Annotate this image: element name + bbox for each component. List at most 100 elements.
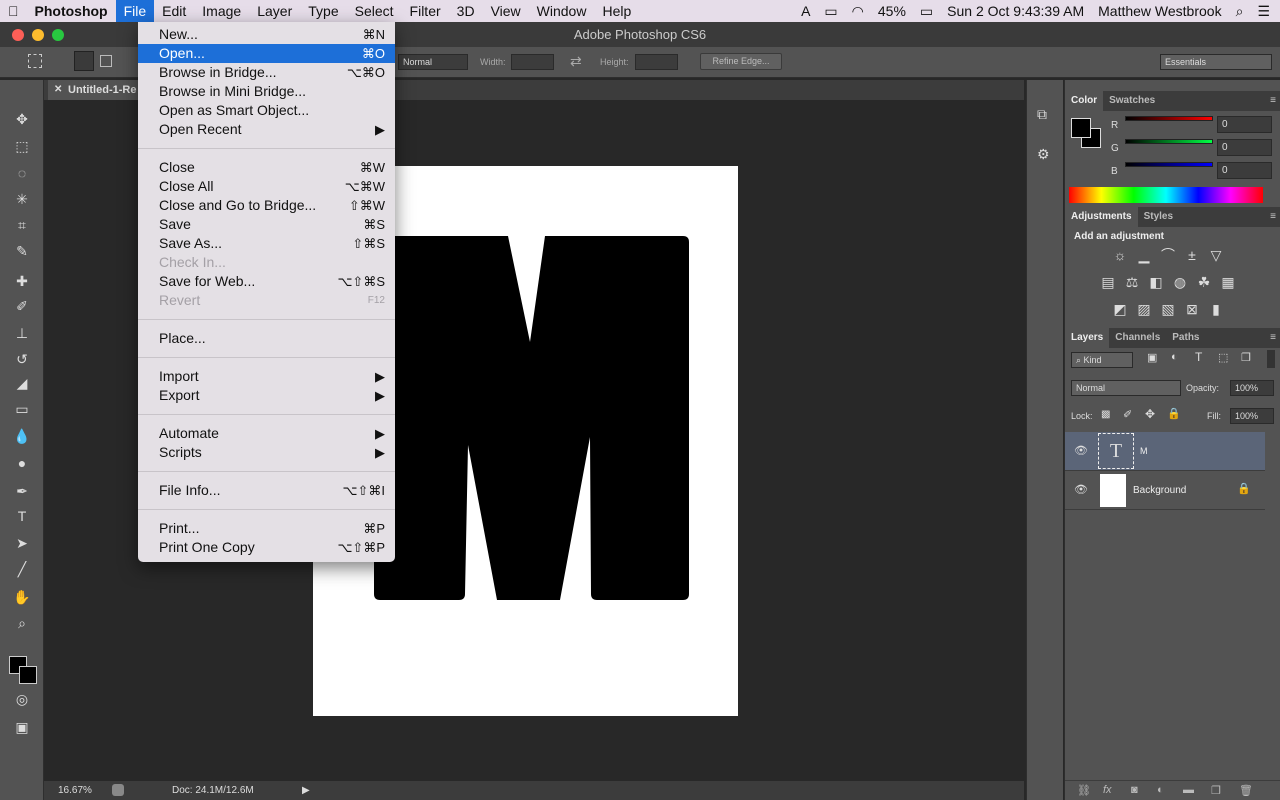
menu-separator (138, 348, 395, 367)
tab-layers[interactable]: Layers (1065, 328, 1110, 348)
blue-slider[interactable] (1125, 162, 1213, 167)
layer-name[interactable]: Background (1133, 485, 1186, 496)
menu-item-shortcut: ⌥⇧⌘I (342, 483, 386, 498)
file-menu-item[interactable]: New... ⌘N (138, 25, 395, 44)
delete-layer-icon[interactable]: 🗑 (1239, 784, 1253, 797)
blue-value[interactable]: 0 (1217, 162, 1272, 179)
visibility-eye-icon[interactable]: 👁 (1074, 483, 1088, 496)
lock-transparent-icon[interactable]: ▩ (1101, 409, 1110, 420)
file-menu-item[interactable]: Close All ⌥⌘W (138, 177, 395, 196)
panel-menu-icon[interactable]: ≡ (1270, 95, 1276, 106)
channel-mixer-icon[interactable]: ☘ (1195, 275, 1213, 290)
filter-pixel-icon[interactable]: ▣ (1147, 351, 1157, 364)
exposure-icon[interactable]: ± (1183, 248, 1201, 263)
file-menu-item[interactable]: Browse in Mini Bridge... (138, 82, 395, 101)
tab-styles[interactable]: Styles (1138, 207, 1179, 227)
channel-b-label: B (1111, 166, 1118, 177)
filter-shape-icon[interactable]: ⬚ (1218, 351, 1228, 364)
lock-label: Lock: (1071, 411, 1093, 421)
zoom-level[interactable]: 16.67% (58, 781, 92, 800)
file-menu-item[interactable]: File Info... ⌥⇧⌘I (138, 481, 395, 500)
menu-item-label: Check In... (159, 254, 226, 270)
tab-color[interactable]: Color (1065, 91, 1104, 111)
add-mask-icon[interactable]: ◙ (1131, 784, 1138, 796)
curves-icon[interactable]: ⌒ (1159, 248, 1177, 263)
menu-item-label: Export (159, 387, 200, 403)
properties-panel-icon[interactable]: ⚙ (1037, 146, 1050, 163)
lock-all-icon[interactable]: 🔒 (1167, 407, 1181, 420)
menu-item-shortcut: ⌥⇧⌘S (337, 274, 385, 289)
tab-paths[interactable]: Paths (1166, 328, 1205, 348)
submenu-arrow-icon: ▶ (375, 388, 385, 403)
file-menu-item[interactable]: Save for Web... ⌥⇧⌘S (138, 272, 395, 291)
file-menu-item[interactable]: Automate ▶ (138, 424, 395, 443)
layer-row-background[interactable]: 👁 Background 🔒 (1065, 471, 1265, 510)
invert-icon[interactable]: ◩ (1111, 302, 1129, 317)
tab-channels[interactable]: Channels (1109, 328, 1166, 348)
file-menu-item[interactable]: Export ▶ (138, 386, 395, 405)
tab-swatches[interactable]: Swatches (1103, 91, 1161, 111)
file-menu-item[interactable]: Open Recent ▶ (138, 120, 395, 139)
gradient-map-icon[interactable]: ▮ (1207, 302, 1225, 317)
red-slider[interactable] (1125, 116, 1213, 121)
file-menu-item[interactable]: Close and Go to Bridge... ⇧⌘W (138, 196, 395, 215)
panel-menu-icon[interactable]: ≡ (1270, 332, 1276, 343)
file-menu-item[interactable]: Open as Smart Object... (138, 101, 395, 120)
foreground-color-swatch[interactable] (1071, 118, 1091, 138)
layer-name[interactable]: M (1140, 446, 1148, 456)
file-menu-item[interactable]: Import ▶ (138, 367, 395, 386)
opacity-input[interactable]: 100% (1230, 380, 1274, 396)
layer-filter-select[interactable]: ⌕ Kind (1071, 352, 1133, 368)
color-lookup-icon[interactable]: ▦ (1219, 275, 1237, 290)
file-menu-item[interactable]: Open... ⌘O (138, 44, 395, 63)
visibility-eye-icon[interactable]: 👁 (1074, 444, 1088, 457)
file-menu-item[interactable]: Print... ⌘P (138, 519, 395, 538)
link-layers-icon[interactable]: ⛓ (1077, 784, 1091, 797)
menu-item-shortcut: ⌘W (359, 160, 385, 175)
new-group-icon[interactable]: ▬ (1183, 784, 1194, 796)
blend-mode-select[interactable]: Normal (1071, 380, 1181, 396)
menu-item-label: Save for Web... (159, 273, 256, 289)
text-layer-thumbnail-icon: T (1098, 433, 1134, 469)
filter-toggle[interactable] (1267, 350, 1275, 368)
black-white-icon[interactable]: ◧ (1147, 275, 1165, 290)
levels-icon[interactable]: ▁ (1135, 248, 1153, 263)
menu-item-label: File Info... (159, 482, 221, 498)
filter-smart-object-icon[interactable]: ❐ (1241, 351, 1251, 364)
threshold-icon[interactable]: ▧ (1159, 302, 1177, 317)
color-spectrum[interactable] (1069, 187, 1263, 203)
status-menu-arrow-icon[interactable]: ▶ (302, 781, 310, 800)
file-menu-item[interactable]: Print One Copy ⌥⇧⌘P (138, 538, 395, 557)
lock-position-icon[interactable]: ✥ (1145, 407, 1155, 421)
lock-image-icon[interactable]: ✐ (1123, 408, 1132, 421)
vibrance-icon[interactable]: ▽ (1207, 248, 1225, 263)
file-menu-item[interactable]: Save ⌘S (138, 215, 395, 234)
adjustment-layer-icon[interactable]: ◐ (1157, 784, 1164, 796)
file-menu-item[interactable]: Browse in Bridge... ⌥⌘O (138, 63, 395, 82)
document-info-icon[interactable] (112, 784, 124, 796)
layer-row-m[interactable]: 👁 T M (1065, 432, 1265, 471)
panel-menu-icon[interactable]: ≡ (1270, 211, 1276, 222)
brightness-contrast-icon[interactable]: ☼ (1111, 248, 1129, 263)
file-menu-item[interactable]: Close ⌘W (138, 158, 395, 177)
menu-item-label: Print One Copy (159, 539, 255, 555)
menu-item-label: Open as Smart Object... (159, 102, 310, 118)
green-value[interactable]: 0 (1217, 139, 1272, 156)
tab-adjustments[interactable]: Adjustments (1065, 207, 1138, 227)
hue-saturation-icon[interactable]: ▤ (1099, 275, 1117, 290)
new-layer-icon[interactable]: ❐ (1211, 784, 1221, 797)
green-slider[interactable] (1125, 139, 1213, 144)
filter-adjustment-icon[interactable]: ◐ (1171, 351, 1178, 363)
color-balance-icon[interactable]: ⚖ (1123, 275, 1141, 290)
history-panel-icon[interactable]: ⧉ (1037, 106, 1047, 123)
filter-type-icon[interactable]: T (1195, 350, 1202, 364)
file-menu-item[interactable]: Scripts ▶ (138, 443, 395, 462)
file-menu-item[interactable]: Place... (138, 329, 395, 348)
layer-style-icon[interactable]: fx (1103, 784, 1112, 796)
photo-filter-icon[interactable]: ◍ (1171, 275, 1189, 290)
red-value[interactable]: 0 (1217, 116, 1272, 133)
posterize-icon[interactable]: ▨ (1135, 302, 1153, 317)
selective-color-icon[interactable]: ⊠ (1183, 302, 1201, 317)
file-menu-item[interactable]: Save As... ⇧⌘S (138, 234, 395, 253)
fill-input[interactable]: 100% (1230, 408, 1274, 424)
